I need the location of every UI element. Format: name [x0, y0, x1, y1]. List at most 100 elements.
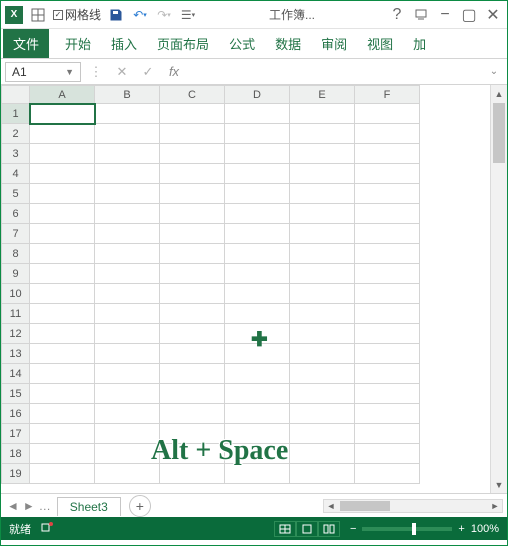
- row-header[interactable]: 7: [2, 224, 30, 244]
- cell[interactable]: [225, 264, 290, 284]
- cell[interactable]: [160, 164, 225, 184]
- cell[interactable]: [160, 284, 225, 304]
- cell[interactable]: [355, 104, 420, 124]
- gridlines-checkbox[interactable]: ✓ 网格线: [53, 6, 101, 24]
- cell[interactable]: [30, 284, 95, 304]
- cell[interactable]: [355, 344, 420, 364]
- ribbon-options-icon[interactable]: [411, 6, 431, 24]
- cell[interactable]: [160, 104, 225, 124]
- cell[interactable]: [290, 244, 355, 264]
- row-header[interactable]: 11: [2, 304, 30, 324]
- cell[interactable]: [30, 304, 95, 324]
- chevron-right-icon[interactable]: ►: [23, 499, 35, 513]
- scroll-thumb[interactable]: [340, 501, 390, 511]
- cell[interactable]: [95, 224, 160, 244]
- minimize-icon[interactable]: −: [435, 6, 455, 24]
- zoom-out-button[interactable]: −: [350, 523, 356, 535]
- col-header[interactable]: B: [95, 86, 160, 104]
- cell[interactable]: [355, 424, 420, 444]
- cell[interactable]: [355, 444, 420, 464]
- cell[interactable]: [160, 364, 225, 384]
- cell[interactable]: [355, 244, 420, 264]
- cell[interactable]: [95, 124, 160, 144]
- col-header[interactable]: F: [355, 86, 420, 104]
- sheet-nav[interactable]: ◄►…: [1, 499, 57, 513]
- cell[interactable]: [355, 144, 420, 164]
- cell[interactable]: [355, 264, 420, 284]
- cell[interactable]: [160, 204, 225, 224]
- cell[interactable]: [355, 124, 420, 144]
- cell[interactable]: [355, 164, 420, 184]
- cell[interactable]: [225, 464, 290, 484]
- row-header[interactable]: 16: [2, 404, 30, 424]
- zoom-in-button[interactable]: +: [458, 523, 464, 535]
- row-header[interactable]: 9: [2, 264, 30, 284]
- cell[interactable]: [225, 164, 290, 184]
- cell[interactable]: [225, 324, 290, 344]
- cell[interactable]: [30, 124, 95, 144]
- cell[interactable]: [225, 344, 290, 364]
- col-header[interactable]: E: [290, 86, 355, 104]
- row-header[interactable]: 15: [2, 384, 30, 404]
- cell[interactable]: [160, 244, 225, 264]
- row-header[interactable]: 10: [2, 284, 30, 304]
- cell[interactable]: [30, 344, 95, 364]
- cell[interactable]: [30, 404, 95, 424]
- cell[interactable]: [225, 144, 290, 164]
- tab-review[interactable]: 审阅: [311, 29, 357, 58]
- sheet-tab-active[interactable]: Sheet3: [57, 497, 121, 516]
- save-icon[interactable]: [107, 6, 125, 24]
- sort-icon[interactable]: ☰▾: [179, 6, 197, 24]
- cell[interactable]: [290, 364, 355, 384]
- cell[interactable]: [30, 364, 95, 384]
- cell[interactable]: [30, 164, 95, 184]
- cell[interactable]: [95, 204, 160, 224]
- cell[interactable]: [355, 284, 420, 304]
- cell[interactable]: [355, 364, 420, 384]
- row-header[interactable]: 12: [2, 324, 30, 344]
- scroll-right-icon[interactable]: ►: [488, 501, 502, 511]
- cell[interactable]: [160, 344, 225, 364]
- cell[interactable]: [290, 444, 355, 464]
- cell[interactable]: [30, 144, 95, 164]
- redo-icon[interactable]: ↷▾: [155, 6, 173, 24]
- add-sheet-button[interactable]: +: [129, 495, 151, 517]
- cell[interactable]: [160, 404, 225, 424]
- row-header[interactable]: 8: [2, 244, 30, 264]
- help-icon[interactable]: ?: [387, 6, 407, 24]
- expand-formula-bar-icon[interactable]: ⌄: [485, 66, 503, 77]
- cell[interactable]: [30, 324, 95, 344]
- cell[interactable]: [95, 264, 160, 284]
- cell[interactable]: [95, 424, 160, 444]
- cell[interactable]: [95, 384, 160, 404]
- row-header[interactable]: 19: [2, 464, 30, 484]
- row-header[interactable]: 3: [2, 144, 30, 164]
- select-all-corner[interactable]: [2, 86, 30, 104]
- cell[interactable]: [30, 384, 95, 404]
- chevron-left-icon[interactable]: ◄: [7, 499, 19, 513]
- cell[interactable]: [290, 384, 355, 404]
- fx-icon[interactable]: fx: [163, 62, 185, 82]
- cell[interactable]: [95, 184, 160, 204]
- macro-record-icon[interactable]: [41, 521, 53, 536]
- cell[interactable]: [290, 284, 355, 304]
- cell[interactable]: [290, 184, 355, 204]
- cell[interactable]: [225, 244, 290, 264]
- cell[interactable]: [30, 264, 95, 284]
- cell[interactable]: [30, 184, 95, 204]
- scroll-thumb[interactable]: [493, 103, 505, 163]
- cell[interactable]: [160, 304, 225, 324]
- row-header[interactable]: 6: [2, 204, 30, 224]
- col-header[interactable]: C: [160, 86, 225, 104]
- row-header[interactable]: 18: [2, 444, 30, 464]
- cell[interactable]: [355, 224, 420, 244]
- tab-data[interactable]: 数据: [265, 29, 311, 58]
- col-header[interactable]: D: [225, 86, 290, 104]
- cell[interactable]: [355, 184, 420, 204]
- cell[interactable]: [355, 464, 420, 484]
- cell[interactable]: [355, 304, 420, 324]
- horizontal-scrollbar[interactable]: ◄ ►: [323, 499, 503, 513]
- cell[interactable]: [30, 464, 95, 484]
- cell[interactable]: [160, 144, 225, 164]
- cell[interactable]: [225, 384, 290, 404]
